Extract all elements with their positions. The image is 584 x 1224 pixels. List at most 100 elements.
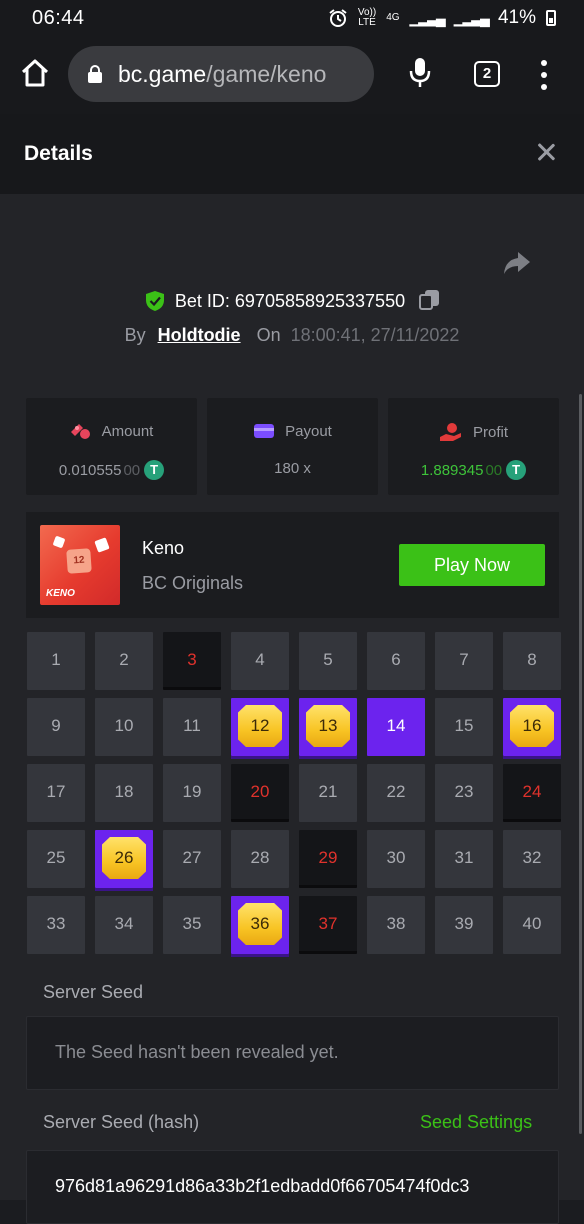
wallet-icon <box>254 424 275 438</box>
amount-label-row: Amount <box>26 422 197 440</box>
stat-amount: Amount 0.010555 00 T <box>26 398 197 495</box>
more-vert-icon[interactable] <box>540 60 548 90</box>
coins-icon <box>70 424 90 439</box>
keno-cell-22: 22 <box>367 764 425 822</box>
game-provider: BC Originals <box>142 573 244 593</box>
payout-value: 180 x <box>274 460 311 477</box>
keno-cell-14: 14 <box>367 698 425 756</box>
keno-cell-4: 4 <box>231 632 289 690</box>
amount-label: Amount <box>101 422 154 440</box>
tab-switcher-button[interactable]: 2 <box>474 61 500 87</box>
scrollbar[interactable] <box>579 394 582 1134</box>
signal-icon-1: ▁▂▃▄ <box>409 9 446 26</box>
keno-cell-13: 13 <box>299 698 357 759</box>
keno-cell-3: 3 <box>163 632 221 690</box>
keno-cell-33: 33 <box>27 896 85 954</box>
keno-cell-25: 25 <box>27 830 85 888</box>
keno-cell-17: 17 <box>27 764 85 822</box>
profit-value: 1.889345 00 T <box>388 460 559 480</box>
stat-profit: Profit 1.889345 00 T <box>388 398 559 495</box>
alarm-icon <box>329 9 347 27</box>
page-title: Details <box>24 142 93 165</box>
keno-cell-32: 32 <box>503 830 561 888</box>
usdt-coin-icon: T <box>144 460 165 480</box>
keno-cell-10: 10 <box>95 698 153 756</box>
bet-id: Bet ID: 69705858925337550 <box>174 290 406 311</box>
shield-check-icon <box>145 291 164 311</box>
server-seed-hash-box[interactable]: 976d81a96291d86a33b2f1edbadd0f66705474f0… <box>26 1150 559 1224</box>
keno-cell-34: 34 <box>95 896 153 954</box>
keno-cell-35: 35 <box>163 896 221 954</box>
stat-payout: Payout 180 x <box>207 398 378 495</box>
keno-cell-30: 30 <box>367 830 425 888</box>
keno-cell-31: 31 <box>435 830 493 888</box>
profit-label-row: Profit <box>388 422 559 442</box>
browser-toolbar: bc.game/game/keno 2 <box>0 36 584 114</box>
keno-cell-20: 20 <box>231 764 289 822</box>
copy-icon[interactable] <box>419 290 440 312</box>
keno-cell-27: 27 <box>163 830 221 888</box>
thumb-word: KENO <box>46 588 75 599</box>
payout-label: Payout <box>285 422 332 440</box>
address-bar[interactable]: bc.game/game/keno <box>68 46 374 102</box>
network-gen: 4G <box>386 12 400 23</box>
keno-cell-23: 23 <box>435 764 493 822</box>
keno-cell-number: 26 <box>114 848 134 867</box>
keno-grid: 1 2 3 4 5 6 7 8 9 10 11 12 13 14 15 16 17 18 19 20 21 22 23 24 2… <box>27 632 561 957</box>
keno-cell-16: 16 <box>503 698 561 759</box>
keno-cell-number: 13 <box>318 716 338 735</box>
server-seed-hash-label: Server Seed (hash) <box>43 1112 200 1132</box>
url-path: /game/keno <box>206 60 327 87</box>
keno-cell-29: 29 <box>299 830 357 888</box>
status-icons: Vo)) LTE 4G ▁▂▃▄ ▁▂▃▄ 41% <box>328 7 556 29</box>
bet-id-row: Bet ID: 69705858925337550 <box>0 290 584 312</box>
keno-cell-37: 37 <box>299 896 357 954</box>
keno-cell-15: 15 <box>435 698 493 756</box>
battery-percent: 41% <box>497 7 536 28</box>
home-icon[interactable] <box>20 58 50 88</box>
keno-cell-5: 5 <box>299 632 357 690</box>
keno-cell-38: 38 <box>367 896 425 954</box>
on-label: On <box>256 325 281 345</box>
keno-cell-number: 12 <box>250 716 270 735</box>
profit-value-dim: 00 <box>485 461 503 479</box>
bet-meta-row: By Holdtodie On 18:00:41, 27/11/2022 <box>0 325 584 346</box>
hand-money-icon <box>439 423 461 441</box>
keno-cell-18: 18 <box>95 764 153 822</box>
keno-cell-19: 19 <box>163 764 221 822</box>
bet-stats: Amount 0.010555 00 T Payout 180 x Profit… <box>26 398 559 495</box>
amount-value-dim: 00 <box>123 461 141 479</box>
server-seed-hash-value: 976d81a96291d86a33b2f1edbadd0f66705474f0… <box>55 1176 470 1196</box>
battery-icon <box>546 10 556 26</box>
keno-cell-26: 26 <box>95 830 153 891</box>
username-link[interactable]: Holdtodie <box>158 325 241 346</box>
keno-cell-6: 6 <box>367 632 425 690</box>
dice-icon <box>52 535 66 549</box>
payout-label-row: Payout <box>207 422 378 440</box>
play-now-button[interactable]: Play Now <box>399 544 545 586</box>
share-icon[interactable] <box>502 250 532 276</box>
game-card: 12 KENO Keno BC Originals Play Now <box>26 512 559 618</box>
status-time: 06:44 <box>32 7 85 29</box>
details-content: Bet ID: 69705858925337550 By Holdtodie O… <box>0 194 584 1224</box>
profit-value-main: 1.889345 <box>420 461 484 479</box>
keno-cell-number: 16 <box>522 716 542 735</box>
keno-cell-9: 9 <box>27 698 85 756</box>
mic-icon[interactable] <box>408 56 432 90</box>
server-seed-box: The Seed hasn't been revealed yet. <box>26 1016 559 1090</box>
keno-cell-28: 28 <box>231 830 289 888</box>
keno-cell-12: 12 <box>231 698 289 759</box>
amount-value: 0.010555 00 T <box>26 460 197 480</box>
by-label: By <box>124 325 146 345</box>
seed-settings-link[interactable]: Seed Settings <box>420 1112 532 1133</box>
thumb-number-tile: 12 <box>66 548 92 574</box>
keno-cell-number: 36 <box>250 914 270 933</box>
server-seed-value: The Seed hasn't been revealed yet. <box>55 1042 339 1062</box>
close-icon[interactable] <box>536 142 556 162</box>
volte-indicator: Vo)) LTE <box>358 8 376 28</box>
usdt-coin-icon: T <box>506 460 527 480</box>
game-thumbnail[interactable]: 12 KENO <box>40 525 120 605</box>
status-bar: 06:44 Vo)) LTE 4G ▁▂▃▄ ▁▂▃▄ 41% <box>0 0 584 36</box>
server-seed-label: Server Seed <box>43 982 144 1002</box>
keno-cell-2: 2 <box>95 632 153 690</box>
